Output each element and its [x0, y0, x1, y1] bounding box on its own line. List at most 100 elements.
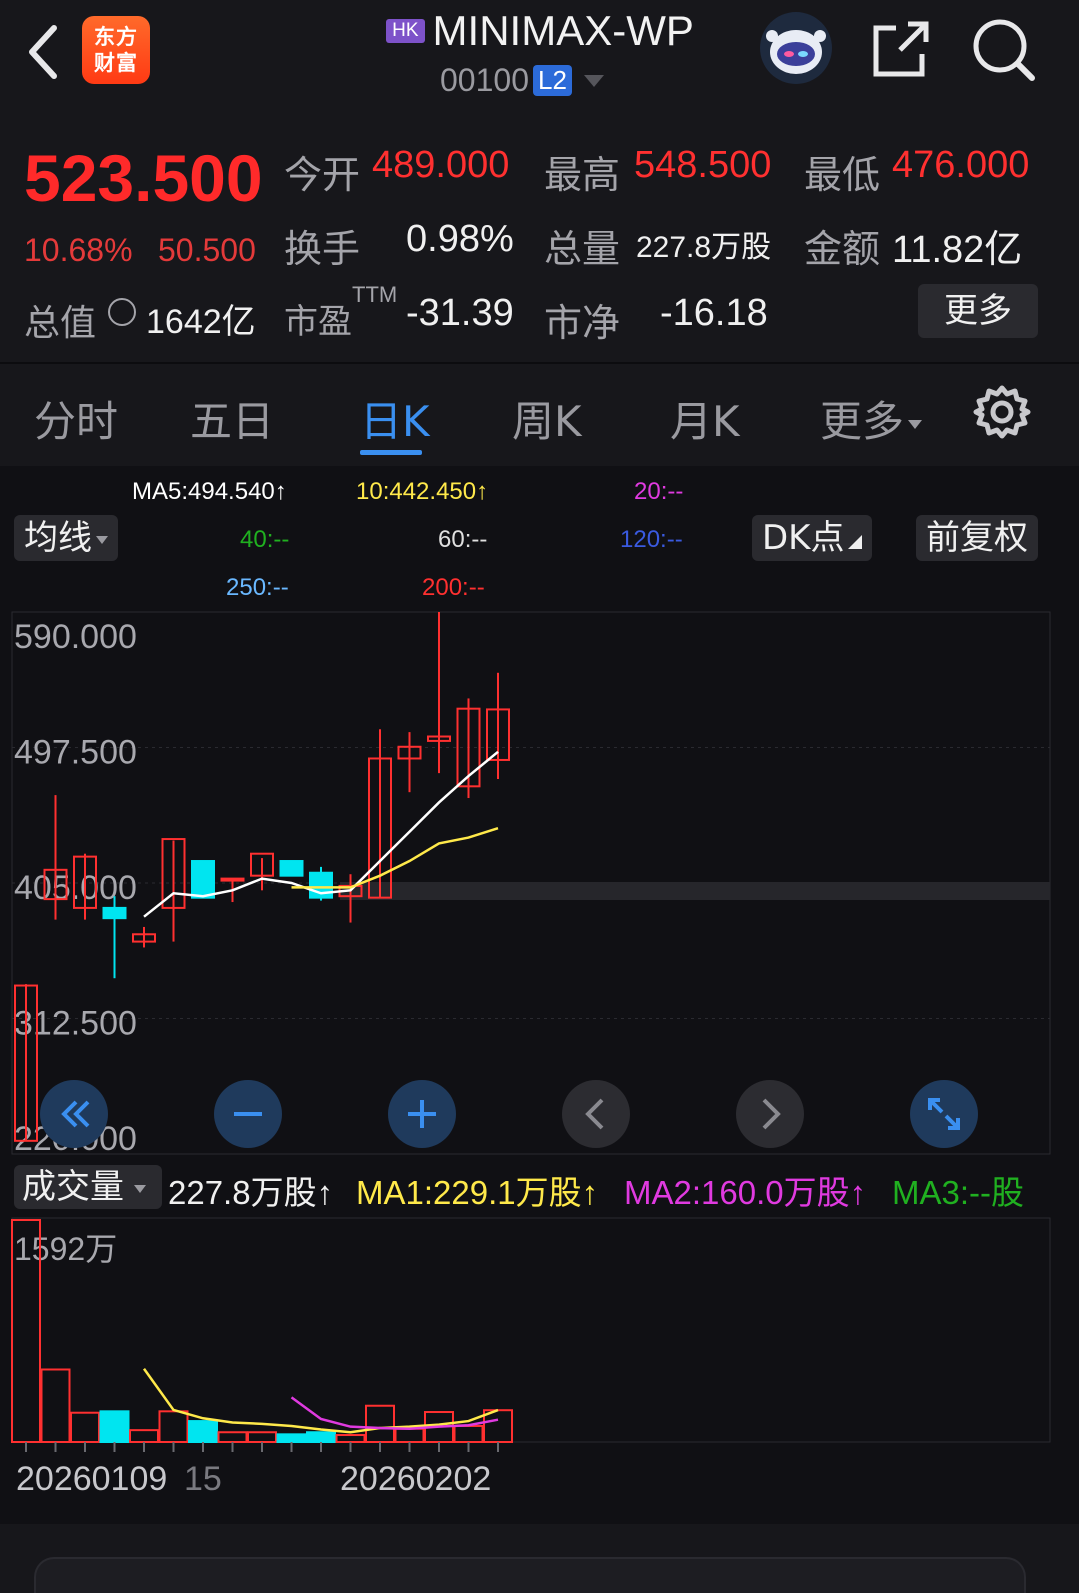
volume-current: 227.8万股↑ — [168, 1174, 334, 1211]
caret-down-icon — [583, 74, 604, 87]
tab-intraday[interactable]: 分时 — [34, 388, 118, 449]
chevron-left-icon — [29, 25, 57, 79]
pe-value: -31.39 — [406, 292, 514, 334]
open-value: 489.000 — [372, 144, 510, 186]
tab-five-day[interactable]: 五日 — [190, 388, 274, 449]
volume-bar — [394, 1427, 425, 1443]
pe-ttm-sup: TTM — [352, 282, 398, 307]
rewind-button[interactable] — [40, 1080, 108, 1148]
bottom-sheet-handle[interactable] — [34, 1557, 1026, 1593]
last-price: 523.500 — [24, 141, 263, 215]
pb-label: 市净 — [544, 301, 621, 345]
app-logo[interactable]: 东方 财富 — [82, 16, 150, 84]
quote-panel: 523.500 10.68% 50.500 总值 1642亿 今开 489.00… — [0, 116, 1079, 362]
stock-code-selector[interactable]: 00100 L2 — [440, 62, 604, 99]
tab-more[interactable]: 更多 — [820, 388, 923, 449]
chevron-right-icon — [762, 1098, 781, 1130]
market-cap-label: 总值 — [24, 303, 97, 344]
more-info-icon[interactable] — [108, 298, 136, 326]
share-button[interactable] — [870, 20, 932, 80]
ma40-legend: 40:-- — [240, 526, 290, 553]
ma10-legend: 10:442.450↑ — [356, 478, 489, 505]
volume-panel-frame — [11, 1217, 1051, 1443]
indicator-label: 均线 — [24, 518, 92, 558]
stock-name: MINIMAX-WP — [432, 7, 694, 54]
x-axis-label: 15 — [184, 1460, 222, 1498]
settings-button[interactable] — [972, 382, 1032, 442]
robot-assistant-icon[interactable] — [760, 12, 832, 84]
ma120-legend: 120:-- — [620, 526, 683, 553]
chevron-left-icon — [585, 1098, 604, 1130]
plus-icon — [408, 1100, 436, 1128]
more-button[interactable]: 更多 — [918, 284, 1038, 338]
gear-icon — [973, 385, 1031, 439]
ma200-legend: 200:-- — [422, 574, 485, 601]
indicator-selector[interactable]: 均线 — [14, 515, 118, 561]
step-right-button[interactable] — [736, 1080, 804, 1148]
tab-daily-k[interactable]: 日K — [360, 388, 430, 449]
ma60-legend: 60:-- — [438, 526, 488, 553]
pb-value: -16.18 — [660, 292, 768, 334]
corner-triangle-icon — [848, 535, 863, 549]
candle-body — [102, 906, 127, 920]
x-axis-label: 20260109 — [16, 1460, 167, 1498]
volume-bar — [40, 1368, 71, 1443]
stock-title: HK MINIMAX-WP — [360, 6, 720, 56]
x-axis-label: 20260202 — [340, 1460, 491, 1498]
candle-body — [191, 860, 215, 899]
market-cap-value: 1642亿 — [146, 303, 256, 341]
candle-body — [279, 860, 304, 877]
low-label: 最低 — [804, 153, 881, 197]
back-button[interactable] — [22, 22, 66, 82]
volume-label: 总量 — [544, 227, 621, 271]
change-amount: 50.500 — [158, 232, 256, 268]
y-tick-label: 312.500 — [14, 1005, 137, 1043]
active-tab-indicator — [360, 450, 422, 455]
share-icon — [873, 21, 929, 77]
volume-ma1: MA1:229.1万股↑ — [356, 1174, 599, 1211]
zoom-out-button[interactable] — [214, 1080, 282, 1148]
volume-bar — [217, 1431, 248, 1444]
volume-bar — [335, 1434, 366, 1444]
stock-code: 00100 — [440, 62, 529, 98]
k-line-chart[interactable]: 590.000497.500405.000312.500220.0001592万… — [0, 610, 1079, 1524]
volume-ma3: MA3:--股 — [892, 1174, 1024, 1211]
turnover-value: 0.98% — [406, 218, 514, 260]
turnover-label: 换手 — [284, 227, 361, 271]
volume-indicator-label: 成交量 — [22, 1167, 124, 1207]
ma250-legend: 250:-- — [226, 574, 289, 601]
volume-bar — [365, 1404, 395, 1443]
ma20-legend: 20:-- — [634, 478, 684, 505]
y-tick-label: 590.000 — [14, 618, 137, 656]
robot-icon — [766, 30, 826, 74]
volume-bar — [306, 1431, 336, 1444]
candle-body — [220, 877, 245, 882]
dk-point-button[interactable]: DK点 — [752, 515, 873, 561]
tab-weekly-k[interactable]: 周K — [512, 388, 582, 449]
volume-bar — [129, 1429, 159, 1443]
ma5-legend: MA5:494.540↑ — [132, 478, 287, 505]
y-tick-label: 405.000 — [14, 869, 137, 907]
caret-down-icon — [908, 420, 923, 429]
volume-bar — [276, 1433, 307, 1443]
open-label: 今开 — [284, 153, 361, 197]
search-icon — [973, 19, 1035, 81]
fullscreen-button[interactable] — [910, 1080, 978, 1148]
market-badge: HK — [386, 19, 425, 43]
volume-bar — [70, 1411, 100, 1443]
volume-value: 227.8万股 — [636, 231, 772, 264]
tab-more-label: 更多 — [820, 397, 905, 446]
volume-indicator-selector[interactable]: 成交量 — [14, 1165, 162, 1209]
zoom-in-button[interactable] — [388, 1080, 456, 1148]
caret-down-icon — [134, 1184, 146, 1193]
step-left-button[interactable] — [562, 1080, 630, 1148]
adjust-button[interactable]: 前复权 — [916, 515, 1038, 561]
dk-label: DK点 — [762, 518, 845, 558]
search-button[interactable] — [970, 16, 1036, 82]
double-chevron-left-icon — [61, 1100, 90, 1128]
minus-icon — [234, 1112, 262, 1116]
volume-max-label: 1592万 — [14, 1231, 117, 1267]
low-value: 476.000 — [892, 144, 1030, 186]
tab-monthly-k[interactable]: 月K — [670, 388, 740, 449]
volume-bar — [453, 1424, 484, 1443]
